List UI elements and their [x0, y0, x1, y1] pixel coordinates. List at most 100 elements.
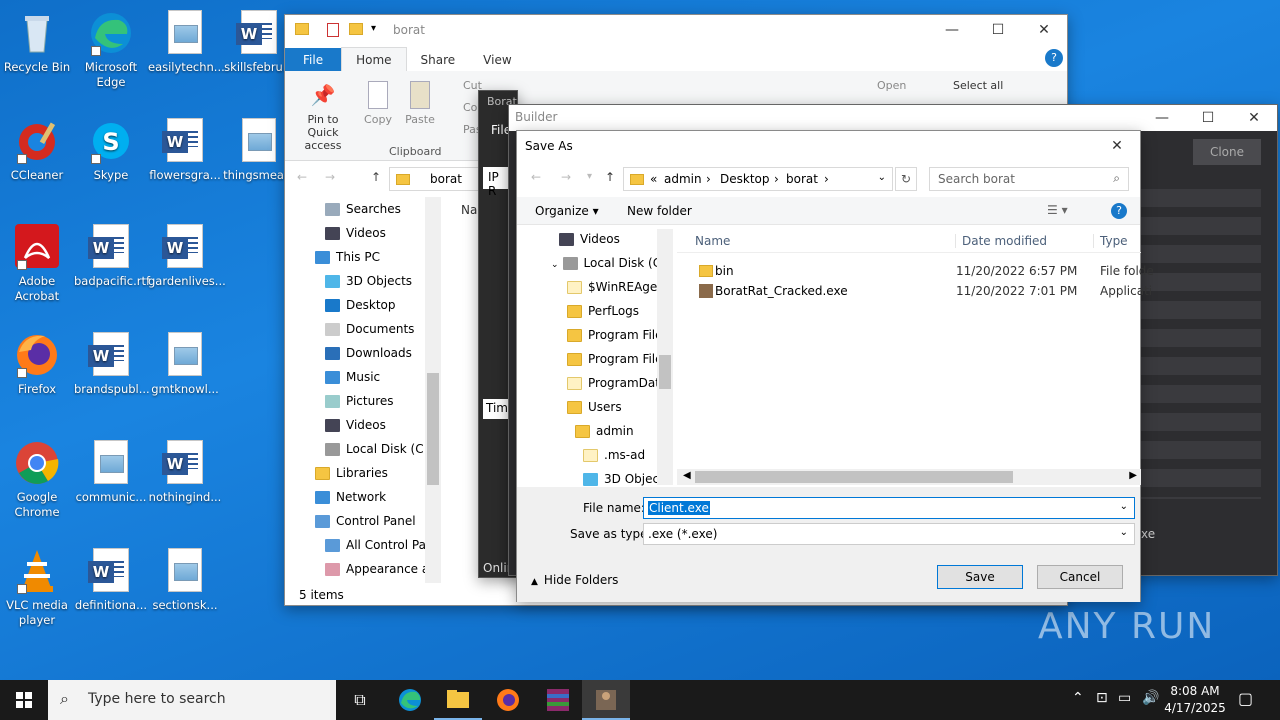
qat-dropdown-icon[interactable]: ▾ — [371, 23, 376, 34]
desktop-icon-easilytechn[interactable]: easilytechn... — [148, 10, 225, 75]
desktop-icon-badpacific[interactable]: badpacific.rtf — [74, 224, 150, 289]
clone-button[interactable]: Clone — [1193, 139, 1261, 165]
file-name-input[interactable]: Client.exe ⌄ — [643, 497, 1135, 519]
nav-music[interactable]: Music — [325, 365, 380, 389]
network-tray-icon[interactable]: ⊡ — [1096, 690, 1108, 706]
column-date-header[interactable]: Date modified — [955, 234, 1047, 248]
nav-videos[interactable]: Videos — [325, 221, 386, 245]
up-icon[interactable]: ↑ — [605, 170, 615, 184]
tree-program-files[interactable]: Program Files — [567, 323, 669, 347]
chevron-down-icon[interactable]: ⌄ — [1120, 527, 1128, 538]
scroll-left-icon[interactable]: ◀ — [683, 470, 691, 481]
boratrat-taskbar-icon[interactable] — [582, 680, 630, 720]
help-icon[interactable]: ? — [1111, 203, 1127, 219]
organize-button[interactable]: Organize ▾ — [535, 204, 599, 218]
volume-icon[interactable]: 🔊 — [1142, 690, 1159, 706]
table-row[interactable]: BoratRat_Cracked.exe 11/20/2022 7:01 PM … — [677, 281, 1152, 301]
back-icon[interactable]: ← — [531, 170, 541, 184]
scroll-right-icon[interactable]: ▶ — [1129, 470, 1137, 481]
nav-appearance[interactable]: Appearance an — [325, 557, 437, 581]
desktop-icon-skype[interactable]: S Skype — [74, 118, 148, 183]
column-type-header[interactable]: Type — [1093, 234, 1128, 248]
nav-desktop[interactable]: Desktop — [325, 293, 396, 317]
save-as-close-button[interactable]: ✕ — [1094, 131, 1140, 161]
task-view-icon[interactable]: ⧉ — [336, 680, 384, 720]
builder-minimize-button[interactable]: — — [1139, 105, 1185, 131]
breadcrumb-desktop[interactable]: Desktop — [720, 172, 770, 186]
desktop-icon-definitiona[interactable]: definitiona... — [74, 548, 148, 613]
nav-documents[interactable]: Documents — [325, 317, 414, 341]
show-hidden-icons[interactable]: ⌃ — [1072, 690, 1084, 706]
desktop-icon-communic[interactable]: communic... — [74, 440, 148, 505]
view-options-icon[interactable]: ☰ ▾ — [1047, 203, 1068, 217]
save-as-search-box[interactable]: Search borat ⌕ — [929, 167, 1129, 191]
scrollbar-thumb[interactable] — [695, 471, 1013, 483]
tab-view[interactable]: View — [469, 48, 525, 72]
nav-local-disk[interactable]: Local Disk (C:) — [325, 437, 432, 461]
up-icon[interactable]: ↑ — [371, 170, 381, 184]
tree-scrollbar[interactable] — [657, 229, 673, 485]
nav-searches[interactable]: Searches — [325, 197, 401, 221]
nav-network[interactable]: Network — [315, 485, 386, 509]
chevron-down-icon[interactable]: ⌄ — [1120, 501, 1128, 512]
builder-maximize-button[interactable]: ☐ — [1185, 105, 1231, 131]
nav-libraries[interactable]: Libraries — [315, 461, 388, 485]
tree-winreagent[interactable]: $WinREAgent — [567, 275, 670, 299]
start-button[interactable] — [0, 680, 48, 720]
nav-scrollbar[interactable] — [425, 197, 441, 583]
address-dropdown-icon[interactable]: ⌄ — [878, 172, 886, 183]
desktop-icon-firefox[interactable]: Firefox — [0, 332, 74, 397]
tree-ms-ad[interactable]: .ms-ad — [583, 443, 645, 467]
pin-button[interactable]: 📌 Pin to Quick access — [291, 77, 355, 152]
nav-videos-2[interactable]: Videos — [325, 413, 386, 437]
back-icon[interactable]: ← — [297, 170, 307, 184]
nav-downloads[interactable]: Downloads — [325, 341, 412, 365]
desktop-icon-brandspubl[interactable]: brandspubl... — [74, 332, 150, 397]
desktop-icon-gmtknowl[interactable]: gmtknowl... — [148, 332, 222, 397]
desktop-icon-flowersgra[interactable]: flowersgra... — [148, 118, 222, 183]
scrollbar-thumb[interactable] — [659, 355, 671, 389]
desktop-icon-recycle-bin[interactable]: Recycle Bin — [0, 10, 74, 75]
new-folder-button[interactable]: New folder — [627, 204, 692, 218]
horizontal-scrollbar[interactable]: ◀ ▶ — [677, 469, 1141, 485]
desktop-icon-nothingind[interactable]: nothingind... — [148, 440, 222, 505]
explorer-address-bar[interactable]: borat — [389, 167, 485, 191]
connection-tray-icon[interactable]: ▭ — [1118, 690, 1131, 706]
save-button[interactable]: Save — [937, 565, 1023, 589]
desktop-icon-ccleaner[interactable]: CCleaner — [0, 118, 74, 183]
copy-button[interactable]: Copy — [361, 77, 395, 126]
tab-file[interactable]: File — [285, 48, 342, 72]
open-button[interactable]: Open — [877, 79, 906, 92]
nav-pictures[interactable]: Pictures — [325, 389, 394, 413]
maximize-button[interactable]: ☐ — [975, 15, 1021, 45]
table-row[interactable]: bin 11/20/2022 6:57 PM File folde — [677, 261, 1154, 281]
select-all-button[interactable]: Select all — [953, 79, 1003, 92]
taskbar-search-box[interactable]: ⌕ Type here to search — [48, 680, 336, 720]
forward-icon[interactable]: → — [325, 170, 335, 184]
tree-programdata[interactable]: ProgramData — [567, 371, 667, 395]
refresh-button[interactable]: ↻ — [895, 167, 917, 191]
forward-icon[interactable]: → — [561, 170, 571, 184]
scrollbar-thumb[interactable] — [427, 373, 439, 485]
paste-button[interactable]: Paste — [401, 77, 439, 126]
tab-home[interactable]: Home — [341, 47, 407, 72]
builder-close-button[interactable]: ✕ — [1231, 105, 1277, 131]
desktop-icon-sectionsk[interactable]: sectionsk... — [148, 548, 222, 613]
tab-share[interactable]: Share — [407, 48, 470, 72]
desktop-icon-adobe-acrobat[interactable]: Adobe Acrobat — [0, 224, 74, 304]
tree-videos[interactable]: Videos — [559, 227, 620, 251]
close-button[interactable]: ✕ — [1021, 15, 1067, 45]
cancel-button[interactable]: Cancel — [1037, 565, 1123, 589]
winrar-taskbar-icon[interactable] — [534, 680, 582, 720]
nav-this-pc[interactable]: This PC — [315, 245, 380, 269]
tree-admin[interactable]: admin — [575, 419, 634, 443]
tree-local-disk[interactable]: ⌄ Local Disk (C:) — [551, 251, 670, 275]
desktop-icon-google-chrome[interactable]: Google Chrome — [0, 440, 74, 520]
tree-perflogs[interactable]: PerfLogs — [567, 299, 639, 323]
edge-taskbar-icon[interactable] — [386, 680, 434, 720]
copy-path-button[interactable]: Co — [463, 101, 477, 114]
nav-3d-objects[interactable]: 3D Objects — [325, 269, 412, 293]
tree-users[interactable]: Users — [567, 395, 622, 419]
breadcrumb-overflow[interactable]: « — [650, 172, 657, 186]
column-name-header[interactable]: Name — [695, 234, 730, 248]
